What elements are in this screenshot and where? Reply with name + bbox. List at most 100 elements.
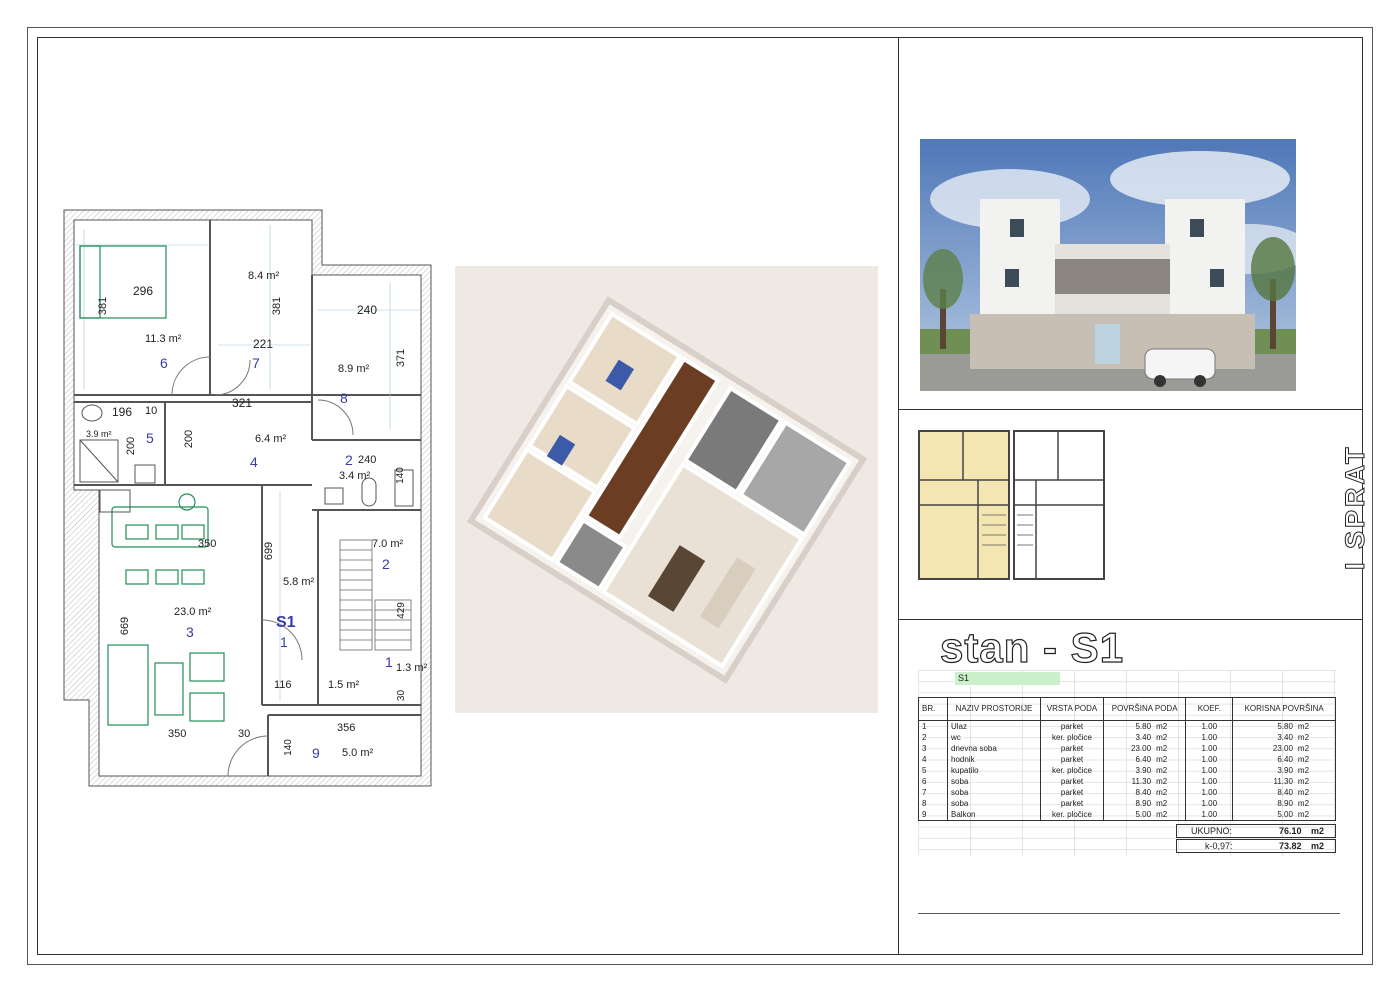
area-room5: 3.9 m² bbox=[86, 429, 112, 439]
table-cell: 8.40 bbox=[1103, 787, 1155, 798]
table-cell: ker. pločice bbox=[1040, 732, 1104, 743]
stair-number: 2 bbox=[382, 556, 390, 572]
table-cell: 23.00 bbox=[1232, 743, 1296, 754]
room5-number: 5 bbox=[146, 430, 154, 446]
table-row: 2 wc ker. pločice 3.40 m2 1.00 3.40 m2 bbox=[918, 732, 1336, 743]
table-cell: dnevna soba bbox=[947, 743, 1041, 754]
table-cell: 1.00 bbox=[1185, 765, 1234, 776]
col-header-vrsta: VRSTA PODA bbox=[1040, 697, 1104, 721]
table-cell: 8 bbox=[918, 798, 948, 809]
small2-number: 1 bbox=[385, 654, 393, 670]
area-small1: 1.5 m² bbox=[328, 679, 360, 691]
table-cell: m2 bbox=[1295, 765, 1336, 776]
area-room8: 8.9 m² bbox=[338, 363, 370, 375]
col-header-korisna: KORISNA POVRŠINA bbox=[1232, 697, 1336, 721]
table-cell: 9 bbox=[918, 809, 948, 821]
table-cell: 11.30 bbox=[1103, 776, 1155, 787]
table-row: 4 hodnik parket 6.40 m2 1.00 6.40 m2 bbox=[918, 754, 1336, 765]
dim-room5-height: 200 bbox=[125, 436, 138, 456]
table-cell: 3 bbox=[918, 743, 948, 754]
room8-number: 8 bbox=[340, 390, 348, 406]
table-cell: parket bbox=[1040, 754, 1104, 765]
table-cell: m2 bbox=[1295, 809, 1336, 821]
table-row: 8 soba parket 8.90 m2 1.00 8.90 m2 bbox=[918, 798, 1336, 809]
col-header-br: BR. bbox=[918, 697, 948, 721]
col-header-koef: KOEF. bbox=[1185, 697, 1234, 721]
table-cell: hodnik bbox=[947, 754, 1041, 765]
table-row: 3 dnevna soba parket 23.00 m2 1.00 23.00 m2 bbox=[918, 743, 1336, 754]
table-cell: 3.40 bbox=[1232, 732, 1296, 743]
k-label: k-0,97: bbox=[1205, 841, 1233, 851]
table-cell: 5.00 bbox=[1232, 809, 1296, 821]
vertical-divider bbox=[898, 37, 899, 955]
total-row: UKUPNO: 76.10 m2 bbox=[1176, 824, 1336, 838]
table-cell: 1.00 bbox=[1185, 809, 1234, 821]
room2-number: 2 bbox=[345, 452, 353, 468]
dim-room3-width-top: 350 bbox=[198, 538, 217, 550]
horizontal-divider-bottom bbox=[898, 619, 1363, 620]
table-cell: 5.80 bbox=[1103, 720, 1155, 732]
table-cell: m2 bbox=[1295, 787, 1336, 798]
area-room4: 6.4 m² bbox=[255, 433, 287, 445]
table-cell: 1.00 bbox=[1185, 787, 1234, 798]
room3-number: 3 bbox=[186, 624, 194, 640]
dim-10: 10 bbox=[145, 405, 158, 417]
area-small2: 1.3 m² bbox=[396, 662, 428, 674]
dim-room2-height: 140 bbox=[394, 467, 406, 484]
area-stair: 7.0 m² bbox=[372, 538, 404, 550]
area-room2: 3.4 m² bbox=[339, 470, 371, 482]
apartment-title: stan - S1 bbox=[939, 623, 1125, 671]
table-cell: 1.00 bbox=[1185, 743, 1234, 754]
table-header-row: BR. NAZIV PROSTORIJE VRSTA PODA POVRŠINA… bbox=[918, 697, 1336, 721]
room6-number: 6 bbox=[160, 355, 168, 371]
table-cell: parket bbox=[1040, 743, 1104, 754]
table-cell: Ulaz bbox=[947, 720, 1041, 732]
dim-room8-width: 240 bbox=[357, 303, 378, 317]
table-row: 5 kupatilo ker. pločice 3.90 m2 1.00 3.90 m2 bbox=[918, 765, 1336, 776]
table-cell: wc bbox=[947, 732, 1041, 743]
table-cell: 8.90 bbox=[1103, 798, 1155, 809]
building-exterior-render bbox=[920, 139, 1296, 391]
area-room6: 11.3 m² bbox=[145, 333, 182, 345]
table-cell: m2 bbox=[1295, 754, 1336, 765]
table-cell: 5.00 bbox=[1103, 809, 1155, 821]
dim-room8-height: 371 bbox=[395, 348, 408, 368]
unit-label: S1 bbox=[276, 614, 296, 631]
table-cell: 1.00 bbox=[1185, 798, 1234, 809]
table-cell: m2 bbox=[1154, 798, 1187, 809]
dim-room9-width: 356 bbox=[337, 722, 356, 734]
table-cell: m2 bbox=[1154, 787, 1187, 798]
table-cell: m2 bbox=[1295, 732, 1336, 743]
dim-room6-width: 296 bbox=[133, 284, 154, 298]
table-cell: 23.00 bbox=[1103, 743, 1155, 754]
table-cell: m2 bbox=[1295, 798, 1336, 809]
dim-30b: 30 bbox=[396, 689, 408, 702]
table-cell: 11.30 bbox=[1232, 776, 1296, 787]
table-cell: m2 bbox=[1154, 754, 1187, 765]
table-row: 1 Ulaz parket 5.80 m2 1.00 5.80 m2 bbox=[918, 720, 1336, 732]
table-cell: 1 bbox=[918, 720, 948, 732]
dim-room2-width: 240 bbox=[358, 454, 377, 466]
area-room3: 23.0 m² bbox=[174, 606, 212, 618]
dim-room5-width: 196 bbox=[112, 405, 133, 419]
table-cell: m2 bbox=[1154, 732, 1187, 743]
area-room9: 5.0 m² bbox=[342, 747, 374, 759]
k-row: k-0,97: 73.82 m2 bbox=[1176, 839, 1336, 853]
table-cell: parket bbox=[1040, 720, 1104, 732]
total-unit: m2 bbox=[1311, 826, 1325, 836]
table-cell: m2 bbox=[1154, 765, 1187, 776]
room4-number: 4 bbox=[250, 454, 258, 470]
dim-room1-height: 699 bbox=[263, 541, 276, 561]
table-cell: m2 bbox=[1295, 720, 1336, 732]
table-cell: 8.90 bbox=[1232, 798, 1296, 809]
table-cell: ker. pločice bbox=[1040, 809, 1104, 821]
table-cell: m2 bbox=[1154, 720, 1187, 732]
table-cell: 4 bbox=[918, 754, 948, 765]
table-cell: 1.00 bbox=[1185, 732, 1234, 743]
key-plan bbox=[918, 430, 1105, 580]
table-cell: 1.00 bbox=[1185, 754, 1234, 765]
table-cell: 7 bbox=[918, 787, 948, 798]
table-cell: 6.40 bbox=[1103, 754, 1155, 765]
table-cell: kupatilo bbox=[947, 765, 1041, 776]
dim-30a: 30 bbox=[238, 728, 251, 740]
